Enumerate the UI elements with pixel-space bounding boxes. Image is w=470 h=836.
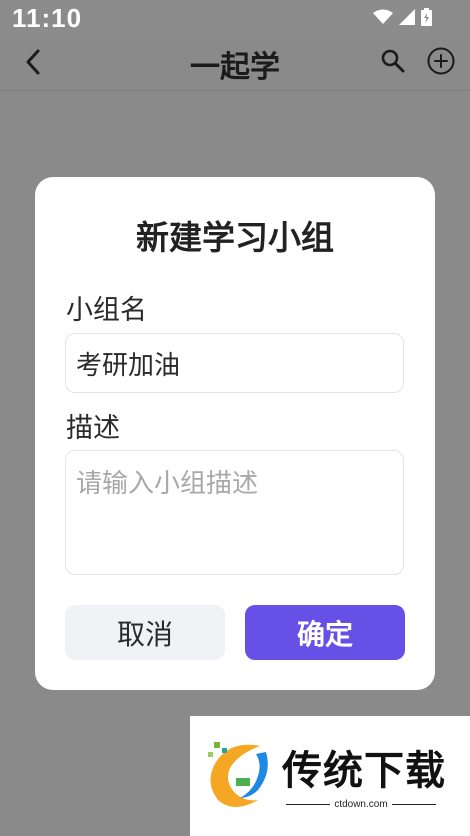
description-input[interactable] (65, 450, 404, 575)
create-group-dialog: 新建学习小组 小组名 描述 取消 确定 (35, 177, 435, 690)
cancel-button[interactable]: 取消 (65, 605, 225, 660)
status-bar: 11:10 (0, 0, 470, 34)
watermark-brand: 传统下载 (282, 748, 446, 794)
app-bar: 一起学 (0, 34, 470, 91)
watermark-url: ctdown.com (286, 799, 436, 810)
group-name-input[interactable] (65, 333, 404, 393)
add-circle-icon (427, 47, 455, 75)
description-label: 描述 (66, 413, 120, 444)
search-icon (381, 49, 405, 73)
status-icons (373, 8, 432, 26)
signal-icon (399, 9, 415, 25)
brand-logo-icon (208, 742, 268, 807)
status-time: 11:10 (12, 3, 83, 33)
wifi-icon (373, 9, 393, 24)
watermark-url-text: ctdown.com (330, 799, 392, 810)
search-button[interactable] (380, 48, 406, 74)
add-button[interactable] (426, 46, 456, 76)
watermark: 传统下载 ctdown.com (190, 716, 470, 836)
dialog-title: 新建学习小组 (136, 218, 334, 257)
confirm-button[interactable]: 确定 (245, 605, 405, 660)
group-name-label: 小组名 (66, 295, 147, 326)
battery-icon (421, 8, 432, 26)
